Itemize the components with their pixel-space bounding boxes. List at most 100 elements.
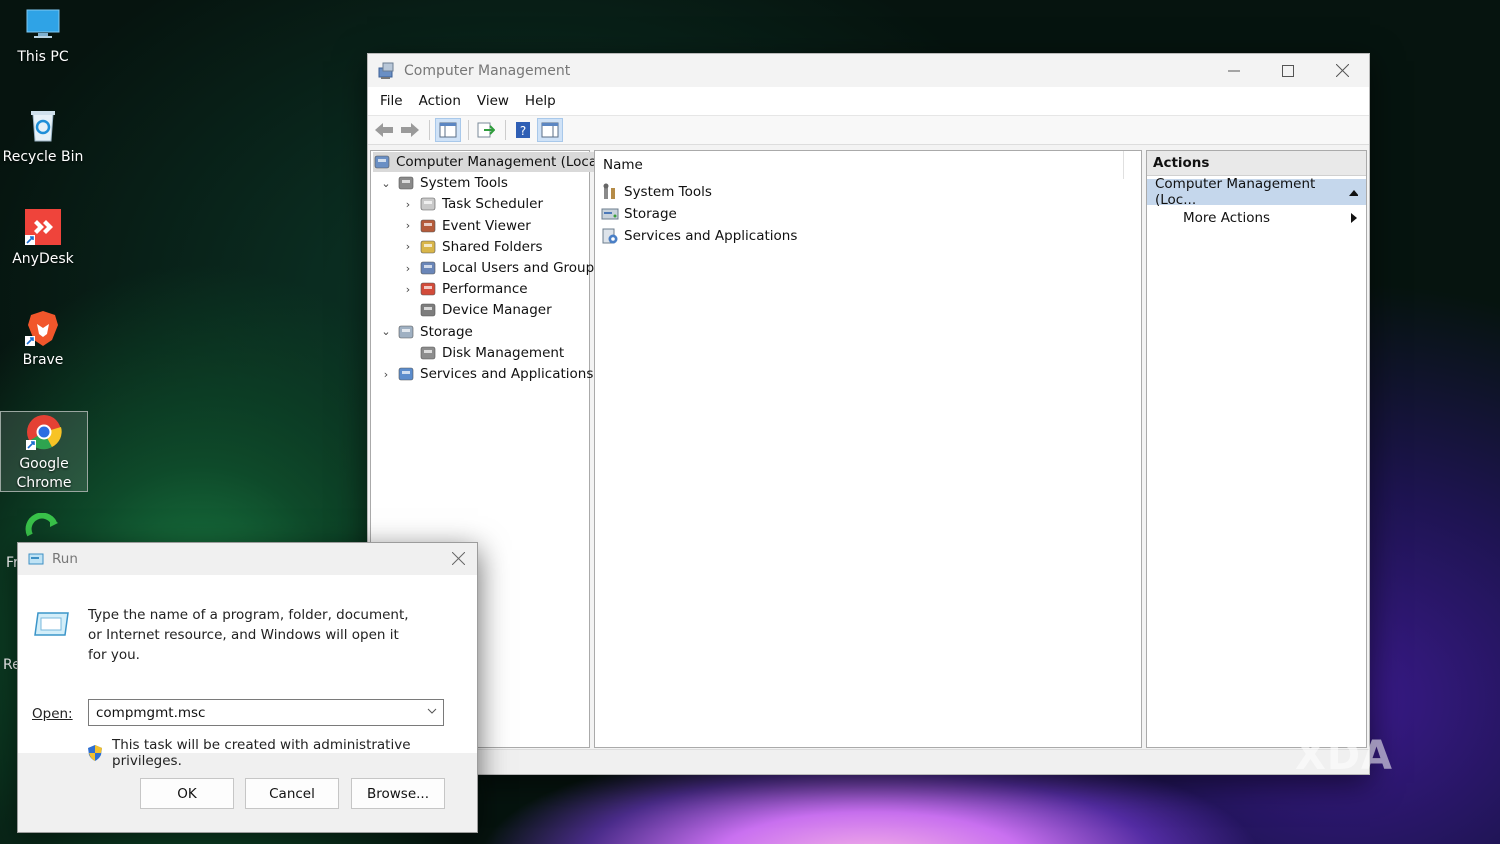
anydesk-icon — [24, 208, 62, 246]
submenu-arrow-icon — [1351, 213, 1357, 223]
desktop-icon-google-chrome[interactable]: Google Chrome — [0, 411, 88, 492]
show-hide-console-tree-button[interactable] — [435, 118, 461, 142]
desktop-icon-label: Recycle Bin — [2, 149, 84, 165]
tree-item[interactable]: › Task Scheduler — [401, 194, 543, 214]
menu-help[interactable]: Help — [517, 93, 564, 109]
export-list-icon — [477, 122, 495, 138]
export-list-button[interactable] — [474, 119, 498, 141]
disk-icon — [419, 344, 437, 362]
open-label: Open: — [32, 706, 73, 722]
toolbar-separator — [505, 120, 506, 140]
actions-section-computer-management[interactable]: Computer Management (Loc... — [1147, 176, 1366, 208]
chevron-right-icon[interactable]: › — [401, 283, 415, 296]
show-hide-action-pane-button[interactable] — [537, 118, 563, 142]
back-button[interactable] — [372, 119, 396, 141]
forward-button[interactable] — [398, 119, 422, 141]
tree-item[interactable]: › Services and Applications — [379, 364, 594, 384]
chevron-right-icon[interactable]: › — [401, 198, 415, 211]
toolbar: ? — [368, 115, 1369, 145]
console-tree-icon — [439, 122, 457, 138]
column-header-name[interactable]: Name — [595, 151, 1124, 179]
monitor-icon — [24, 6, 62, 44]
chevron-down-icon[interactable]: ⌄ — [379, 177, 393, 190]
chevron-right-icon[interactable]: › — [401, 240, 415, 253]
uac-shield-icon — [86, 744, 104, 762]
tree-item[interactable]: ⌄ Storage — [379, 322, 472, 342]
svg-text:?: ? — [520, 124, 526, 138]
list-item[interactable]: Storage — [601, 203, 677, 225]
desktop-icon-label: Brave — [22, 352, 64, 368]
collapse-up-icon[interactable] — [1348, 189, 1358, 196]
chevron-down-icon[interactable] — [427, 705, 437, 718]
actions-header: Actions — [1147, 151, 1366, 176]
chevron-down-icon[interactable]: ⌄ — [379, 325, 393, 338]
run-close-button[interactable] — [451, 551, 466, 569]
cancel-button[interactable]: Cancel — [245, 778, 339, 809]
desktop-icon-partial[interactable] — [24, 512, 62, 543]
tree-item[interactable]: Disk Management — [401, 343, 564, 363]
menu-action[interactable]: Action — [411, 93, 469, 109]
tree-item[interactable]: › Performance — [401, 279, 528, 299]
actions-section-label: Computer Management (Loc... — [1155, 176, 1316, 208]
admin-note-text: This task will be created with administr… — [112, 737, 411, 769]
storage-icon — [397, 323, 415, 341]
tree-item-label: Shared Folders — [442, 238, 543, 255]
browse-button[interactable]: Browse... — [351, 778, 445, 809]
list-item-label: System Tools — [624, 184, 712, 200]
run-icon — [28, 552, 44, 566]
admin-privileges-note: This task will be created with administr… — [88, 737, 477, 769]
list-item[interactable]: Services and Applications — [601, 225, 797, 247]
chevron-right-icon[interactable]: › — [379, 368, 393, 381]
services-icon — [601, 227, 619, 245]
recycle-bin-icon — [24, 106, 62, 144]
shared-folders-icon — [419, 238, 437, 256]
maximize-button[interactable] — [1261, 54, 1315, 87]
help-button[interactable]: ? — [511, 119, 535, 141]
tree-item[interactable]: › Event Viewer — [401, 216, 531, 236]
tree-item[interactable]: › Local Users and Groups — [401, 258, 601, 278]
desktop-icon-this-pc[interactable]: This PC — [0, 6, 86, 66]
open-input-value[interactable]: compmgmt.msc — [96, 705, 205, 721]
chevron-right-icon[interactable]: › — [401, 262, 415, 275]
desktop-icon-brave[interactable]: Brave — [0, 309, 86, 370]
menu-file[interactable]: File — [372, 93, 411, 109]
tree-item-label: Event Viewer — [442, 217, 531, 234]
desktop-icon-recycle-bin[interactable]: Recycle Bin — [0, 106, 86, 167]
brave-lion-icon — [24, 309, 62, 347]
help-icon: ? — [516, 122, 530, 138]
window-panes: Computer Management (Local) ⌄ System Tools… — [368, 149, 1369, 748]
services-icon — [397, 365, 415, 383]
tree-item[interactable]: Device Manager — [401, 300, 552, 320]
clock-icon — [419, 195, 437, 213]
minimize-icon — [1228, 70, 1240, 71]
more-actions-item[interactable]: More Actions — [1147, 205, 1366, 231]
tree-item-label: System Tools — [420, 175, 508, 192]
list-item-label: Services and Applications — [624, 228, 798, 244]
tree-item[interactable]: Computer Management (Local) — [373, 152, 607, 172]
open-combobox[interactable]: compmgmt.msc — [88, 699, 444, 726]
chevron-right-icon[interactable]: › — [401, 219, 415, 232]
desktop-icon-anydesk[interactable]: AnyDesk — [0, 208, 86, 269]
ok-button[interactable]: OK — [140, 778, 234, 809]
desktop-icon-label: Google Chrome — [16, 456, 72, 491]
storage-icon — [601, 205, 619, 223]
results-list: Name System Tools Storage Services and A… — [594, 150, 1142, 748]
event-viewer-icon — [419, 217, 437, 235]
tree-item-label: Disk Management — [442, 344, 565, 361]
performance-icon — [419, 280, 437, 298]
run-description: Type the name of a program, folder, docu… — [88, 607, 409, 663]
toolbar-separator — [468, 120, 469, 140]
minimize-button[interactable] — [1207, 54, 1261, 87]
list-item[interactable]: System Tools — [601, 181, 712, 203]
maximize-icon — [1282, 64, 1294, 77]
menu-view[interactable]: View — [469, 93, 517, 109]
tree-item-label: Computer Management (Local) — [396, 154, 607, 170]
tree-item[interactable]: › Shared Folders — [401, 237, 543, 257]
tree-item-label: Performance — [442, 281, 528, 298]
window-titlebar[interactable]: Computer Management — [368, 54, 1369, 87]
close-button[interactable] — [1315, 54, 1369, 87]
tree-item[interactable]: ⌄ System Tools — [379, 173, 508, 193]
computer-management-icon — [378, 62, 396, 80]
run-titlebar[interactable]: Run — [18, 543, 477, 575]
run-program-icon — [34, 611, 70, 641]
